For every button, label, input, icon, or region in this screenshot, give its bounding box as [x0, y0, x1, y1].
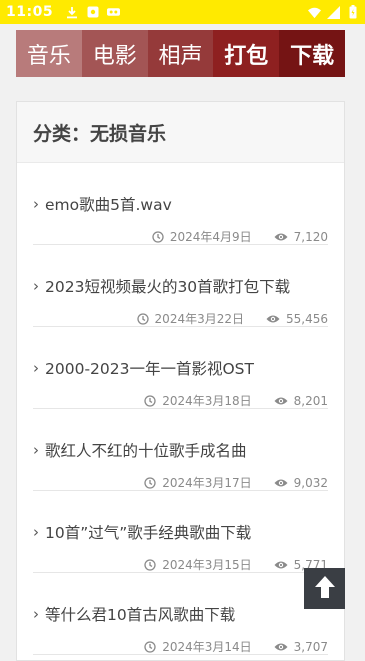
- list-item[interactable]: › 歌红人不红的十位歌手成名曲 2024年3月17日 9,032: [33, 409, 328, 491]
- post-date: 2024年3月17日: [162, 476, 252, 490]
- post-title[interactable]: 2000-2023一年一首影视OST: [45, 357, 254, 379]
- signal-icon: [327, 5, 340, 19]
- category-nav: 音乐 电影 相声 打包 下载: [16, 30, 345, 77]
- clock-icon: [144, 476, 156, 489]
- post-list: › emo歌曲5首.wav 2024年4月9日 7,120 › 2023短视频最…: [17, 163, 344, 655]
- post-title[interactable]: 歌红人不红的十位歌手成名曲: [45, 439, 247, 461]
- post-views: 3,707: [293, 639, 328, 654]
- clock-icon: [152, 230, 164, 243]
- chevron-right-icon: ›: [33, 359, 39, 377]
- clock-icon: [144, 558, 156, 571]
- chevron-right-icon: ›: [33, 523, 39, 541]
- app-icon: [86, 6, 99, 19]
- post-meta: 2024年3月15日 5,771: [144, 556, 328, 573]
- tab-label: 下载: [290, 43, 335, 69]
- post-meta: 2024年3月14日 3,707: [144, 638, 328, 655]
- back-to-top-button[interactable]: [304, 568, 345, 609]
- clock-icon: [144, 640, 156, 653]
- post-title[interactable]: 2023短视频最火的30首歌打包下载: [45, 275, 290, 297]
- chevron-right-icon: ›: [33, 605, 39, 623]
- tab-label: 相声: [158, 43, 203, 69]
- eye-icon: [274, 396, 288, 406]
- post-views: 55,456: [286, 311, 328, 326]
- post-meta: 2024年3月17日 9,032: [144, 474, 328, 491]
- post-views: 7,120: [293, 229, 328, 244]
- post-title[interactable]: emo歌曲5首.wav: [45, 193, 172, 215]
- download-icon: [65, 6, 78, 19]
- post-link[interactable]: › 10首”过气”歌手经典歌曲下载: [33, 521, 251, 543]
- post-date: 2024年3月15日: [162, 558, 252, 572]
- post-link[interactable]: › 2023短视频最火的30首歌打包下载: [33, 275, 290, 297]
- tab-label: 音乐: [26, 43, 71, 69]
- post-link[interactable]: › 2000-2023一年一首影视OST: [33, 357, 254, 379]
- tab-music[interactable]: 音乐: [16, 30, 82, 77]
- category-card: 分类：无损音乐 › emo歌曲5首.wav 2024年4月9日 7,120 › …: [16, 101, 345, 661]
- post-meta: 2024年4月9日 7,120: [152, 228, 328, 245]
- tab-crosstalk[interactable]: 相声: [147, 30, 214, 77]
- post-title[interactable]: 等什么君10首古风歌曲下载: [45, 603, 235, 625]
- clock-icon: [144, 394, 156, 407]
- post-title[interactable]: 10首”过气”歌手经典歌曲下载: [45, 521, 251, 543]
- tab-label: 打包: [224, 43, 269, 69]
- post-date: 2024年4月9日: [169, 230, 252, 244]
- eye-icon: [266, 314, 280, 324]
- voicemail-icon: [107, 6, 121, 19]
- post-link[interactable]: › 歌红人不红的十位歌手成名曲: [33, 439, 247, 461]
- status-time: 11:05: [6, 4, 54, 20]
- tab-download[interactable]: 下载: [279, 30, 345, 77]
- post-link[interactable]: › emo歌曲5首.wav: [33, 193, 172, 215]
- list-item[interactable]: › emo歌曲5首.wav 2024年4月9日 7,120: [33, 163, 328, 245]
- tab-bundle[interactable]: 打包: [213, 30, 280, 77]
- post-views: 9,032: [293, 475, 328, 490]
- category-title: 分类：无损音乐: [17, 102, 344, 163]
- eye-icon: [274, 642, 288, 652]
- post-meta: 2024年3月18日 8,201: [144, 392, 328, 409]
- clock-icon: [136, 312, 149, 325]
- eye-icon: [274, 478, 288, 488]
- eye-icon: [274, 232, 288, 242]
- wifi-icon: [308, 6, 321, 19]
- tab-label: 电影: [92, 43, 137, 69]
- list-item[interactable]: › 10首”过气”歌手经典歌曲下载 2024年3月15日 5,771: [33, 491, 328, 573]
- battery-icon: [346, 5, 359, 19]
- list-item[interactable]: › 2023短视频最火的30首歌打包下载 2024年3月22日 55,456: [33, 245, 328, 327]
- post-date: 2024年3月18日: [162, 394, 252, 408]
- post-date: 2024年3月14日: [162, 640, 252, 654]
- status-bar: 11:05: [0, 0, 365, 24]
- arrow-up-icon: [314, 575, 336, 603]
- list-item[interactable]: › 2000-2023一年一首影视OST 2024年3月18日 8,201: [33, 327, 328, 409]
- chevron-right-icon: ›: [33, 277, 39, 295]
- post-date: 2024年3月22日: [154, 312, 244, 326]
- eye-icon: [274, 560, 288, 570]
- post-link[interactable]: › 等什么君10首古风歌曲下载: [33, 603, 235, 625]
- post-meta: 2024年3月22日 55,456: [136, 310, 328, 327]
- chevron-right-icon: ›: [33, 441, 39, 459]
- tab-movies[interactable]: 电影: [81, 30, 148, 77]
- chevron-right-icon: ›: [33, 195, 39, 213]
- post-views: 8,201: [293, 393, 328, 408]
- list-item[interactable]: › 等什么君10首古风歌曲下载 2024年3月14日 3,707: [33, 573, 328, 655]
